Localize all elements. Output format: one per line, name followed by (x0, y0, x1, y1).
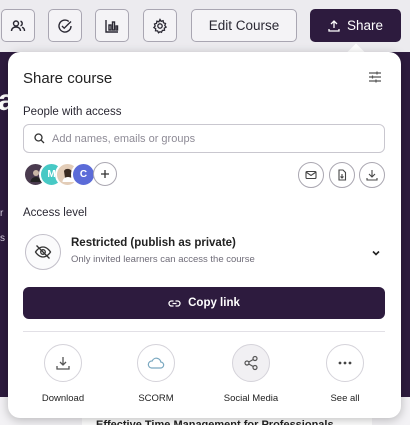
copy-link-label: Copy link (188, 297, 240, 309)
download-icon (44, 344, 82, 382)
share-button[interactable]: Share (310, 9, 401, 42)
download-action[interactable]: Download (23, 344, 103, 404)
panel-title: Share course (23, 70, 113, 87)
copy-link-button[interactable]: Copy link (23, 287, 385, 319)
access-level-label: Access level (23, 207, 87, 219)
people-with-access-label: People with access (23, 106, 122, 118)
avatar-initial: C (79, 169, 88, 180)
review-button[interactable] (48, 9, 82, 42)
divider (23, 331, 385, 332)
import-file-button[interactable] (329, 162, 355, 188)
gear-icon (152, 17, 168, 34)
access-level-description: Only invited learners can access the cou… (71, 254, 255, 265)
action-label: Social Media (223, 393, 279, 404)
upload-icon (328, 19, 340, 32)
share-settings-button[interactable] (368, 70, 382, 89)
download-icon (366, 170, 378, 181)
course-text-fragment: s (0, 233, 5, 244)
chevron-down-icon[interactable] (371, 245, 381, 263)
edit-course-button[interactable]: Edit Course (191, 9, 297, 42)
share-button-label: Share (346, 18, 384, 33)
settings-button[interactable] (143, 9, 177, 42)
people-search-field[interactable] (23, 124, 385, 153)
see-all-action[interactable]: See all (305, 344, 385, 404)
email-invite-button[interactable] (298, 162, 324, 188)
sliders-icon (369, 71, 381, 83)
share-icon (232, 344, 270, 382)
action-label: See all (330, 393, 360, 404)
download-list-button[interactable] (359, 162, 385, 188)
eye-off-icon (25, 234, 61, 270)
learners-button[interactable] (1, 9, 35, 42)
access-level-selector[interactable]: Restricted (publish as private) Only inv… (23, 228, 385, 274)
action-label: SCORM (138, 393, 174, 404)
avatar-group: M C (23, 162, 133, 188)
check-circle-icon (58, 18, 72, 33)
access-level-title: Restricted (publish as private) (71, 237, 236, 249)
file-icon (338, 169, 347, 181)
top-toolbar: Edit Course Share (0, 9, 410, 43)
users-icon (10, 19, 26, 31)
analytics-button[interactable] (95, 9, 129, 42)
more-horizontal-icon (326, 344, 364, 382)
share-course-panel: Share course People with access M C (8, 52, 401, 418)
link-icon (168, 299, 181, 307)
search-input[interactable] (52, 132, 352, 145)
add-person-button[interactable] (93, 162, 117, 186)
search-icon (34, 133, 45, 144)
scorm-action[interactable]: SCORM (116, 344, 196, 404)
social-media-action[interactable]: Social Media (211, 344, 291, 404)
course-text-fragment: r (0, 208, 4, 219)
bar-chart-icon (105, 19, 119, 33)
action-label: Download (41, 393, 85, 404)
mail-icon (305, 170, 317, 180)
plus-icon (101, 170, 109, 178)
cloud-icon (137, 344, 175, 382)
